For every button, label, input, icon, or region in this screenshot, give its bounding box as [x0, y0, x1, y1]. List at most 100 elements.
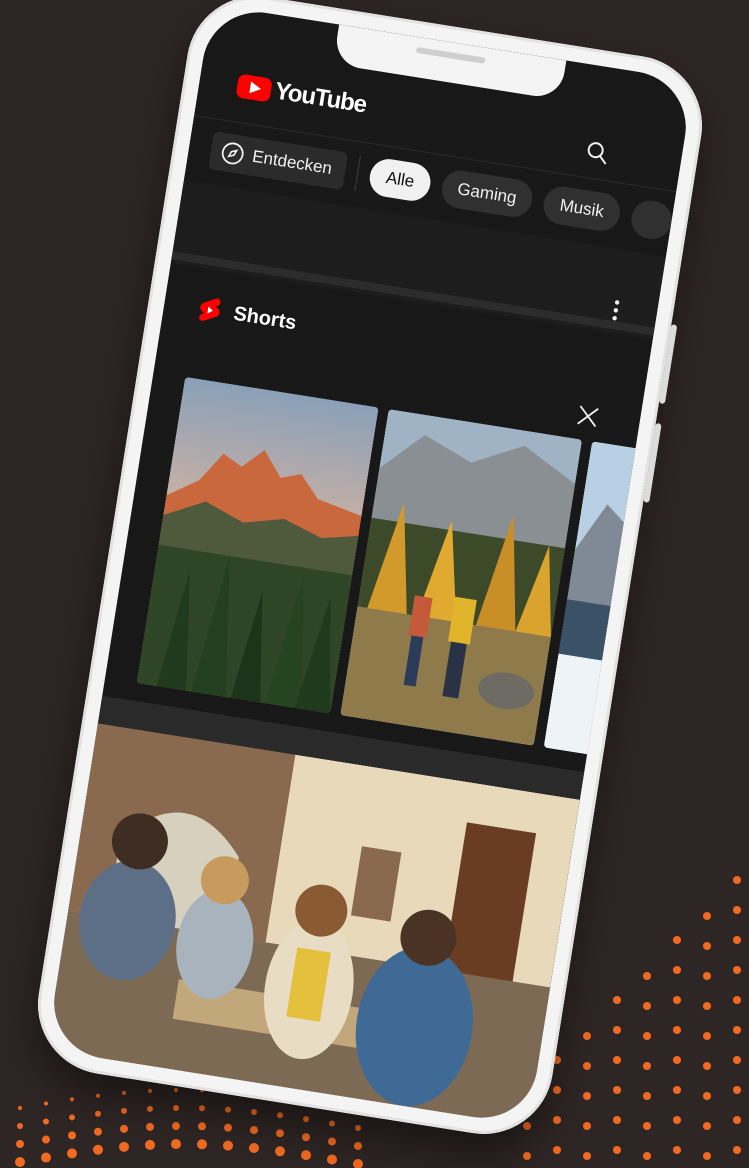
- decorative-dot: [553, 1146, 561, 1154]
- shorts-header: Shorts: [196, 294, 299, 337]
- phone-side-button: [643, 422, 662, 503]
- decorative-dot: [673, 1116, 681, 1124]
- decorative-dot: [703, 1122, 711, 1130]
- decorative-dot: [69, 1114, 75, 1121]
- compass-icon: [221, 142, 244, 165]
- decorative-dot: [174, 1088, 178, 1093]
- decorative-dot: [225, 1106, 231, 1113]
- decorative-dot: [673, 996, 681, 1004]
- decorative-dot: [703, 1152, 711, 1160]
- decorative-dot: [16, 1140, 24, 1148]
- decorative-dot: [122, 1090, 126, 1095]
- decorative-dot: [703, 1092, 711, 1100]
- decorative-dot: [145, 1139, 155, 1150]
- decorative-dot: [673, 1056, 681, 1064]
- chip-alle[interactable]: Alle: [367, 156, 433, 204]
- decorative-dot: [613, 1116, 621, 1124]
- shorts-carousel: [136, 376, 694, 765]
- chip-next-partial[interactable]: [628, 197, 674, 242]
- decorative-dot: [224, 1123, 232, 1132]
- decorative-dot: [172, 1122, 180, 1131]
- decorative-dot: [613, 1026, 621, 1034]
- decorative-dot: [251, 1108, 257, 1115]
- decorative-dot: [523, 1152, 531, 1160]
- decorative-dot: [223, 1140, 233, 1151]
- decorative-dot: [673, 936, 681, 944]
- decorative-dot: [643, 972, 651, 980]
- decorative-dot: [15, 1157, 25, 1167]
- promo-stage: YouTube Entdecken Alle Gaming Musik Shor…: [0, 0, 749, 1168]
- phone-speaker: [415, 46, 486, 64]
- decorative-dot: [703, 912, 711, 920]
- phone-screen: YouTube Entdecken Alle Gaming Musik Shor…: [46, 4, 694, 1126]
- decorative-dot: [67, 1148, 77, 1159]
- decorative-dot: [93, 1144, 103, 1155]
- shorts-title: Shorts: [232, 302, 299, 334]
- decorative-dot: [95, 1110, 101, 1117]
- decorative-dot: [171, 1139, 181, 1150]
- decorative-dot: [329, 1120, 335, 1127]
- decorative-dot: [703, 1062, 711, 1070]
- decorative-dot: [302, 1133, 310, 1142]
- decorative-dot: [173, 1105, 179, 1112]
- close-icon[interactable]: [574, 403, 601, 430]
- decorative-dot: [703, 1032, 711, 1040]
- decorative-dot: [673, 1146, 681, 1154]
- youtube-logo[interactable]: YouTube: [235, 72, 368, 120]
- decorative-dot: [96, 1093, 100, 1098]
- decorative-dot: [643, 1122, 651, 1130]
- phone-mockup: YouTube Entdecken Alle Gaming Musik Shor…: [27, 0, 713, 1144]
- decorative-dot: [553, 1116, 561, 1124]
- decorative-dot: [120, 1124, 128, 1133]
- shorts-icon: [199, 298, 221, 321]
- decorative-dot: [355, 1124, 361, 1131]
- decorative-dot: [673, 1026, 681, 1034]
- decorative-dot: [70, 1097, 74, 1102]
- search-icon[interactable]: [584, 139, 611, 166]
- decorative-dot: [68, 1131, 76, 1140]
- short-thumbnail[interactable]: [136, 376, 379, 714]
- decorative-dot: [703, 972, 711, 980]
- decorative-dot: [643, 1062, 651, 1070]
- explore-label: Entdecken: [251, 146, 334, 179]
- decorative-dot: [250, 1125, 258, 1134]
- decorative-dot: [733, 1116, 741, 1124]
- decorative-dot: [613, 996, 621, 1004]
- decorative-dot: [277, 1112, 283, 1119]
- chip-gaming[interactable]: Gaming: [438, 167, 536, 220]
- decorative-dot: [275, 1146, 285, 1157]
- decorative-dot: [583, 1062, 591, 1070]
- decorative-dot: [303, 1116, 309, 1123]
- decorative-dot: [583, 1032, 591, 1040]
- decorative-dot: [43, 1118, 49, 1125]
- decorative-dot: [583, 1152, 591, 1160]
- chip-musik[interactable]: Musik: [541, 184, 623, 234]
- decorative-dot: [353, 1158, 363, 1168]
- decorative-dot: [199, 1105, 205, 1112]
- decorative-dot: [553, 1086, 561, 1094]
- phone-side-button: [658, 324, 678, 405]
- decorative-dot: [733, 906, 741, 914]
- decorative-dot: [733, 966, 741, 974]
- decorative-dot: [301, 1150, 311, 1161]
- decorative-dot: [733, 1146, 741, 1154]
- decorative-dot: [673, 1086, 681, 1094]
- explore-button[interactable]: Entdecken: [207, 131, 349, 191]
- decorative-dot: [42, 1135, 50, 1144]
- decorative-dot: [703, 1002, 711, 1010]
- decorative-dot: [249, 1142, 259, 1153]
- decorative-dot: [146, 1122, 154, 1131]
- decorative-dot: [354, 1141, 362, 1150]
- decorative-dot: [733, 936, 741, 944]
- decorative-dot: [643, 1092, 651, 1100]
- short-thumbnail[interactable]: [340, 408, 583, 746]
- decorative-dot: [94, 1127, 102, 1136]
- decorative-dot: [197, 1139, 207, 1150]
- decorative-dot: [121, 1107, 127, 1114]
- logo-text: YouTube: [272, 77, 369, 119]
- chip-divider: [354, 155, 362, 192]
- decorative-dot: [703, 942, 711, 950]
- decorative-dot: [41, 1152, 51, 1163]
- decorative-dot: [643, 1002, 651, 1010]
- decorative-dot: [583, 1122, 591, 1130]
